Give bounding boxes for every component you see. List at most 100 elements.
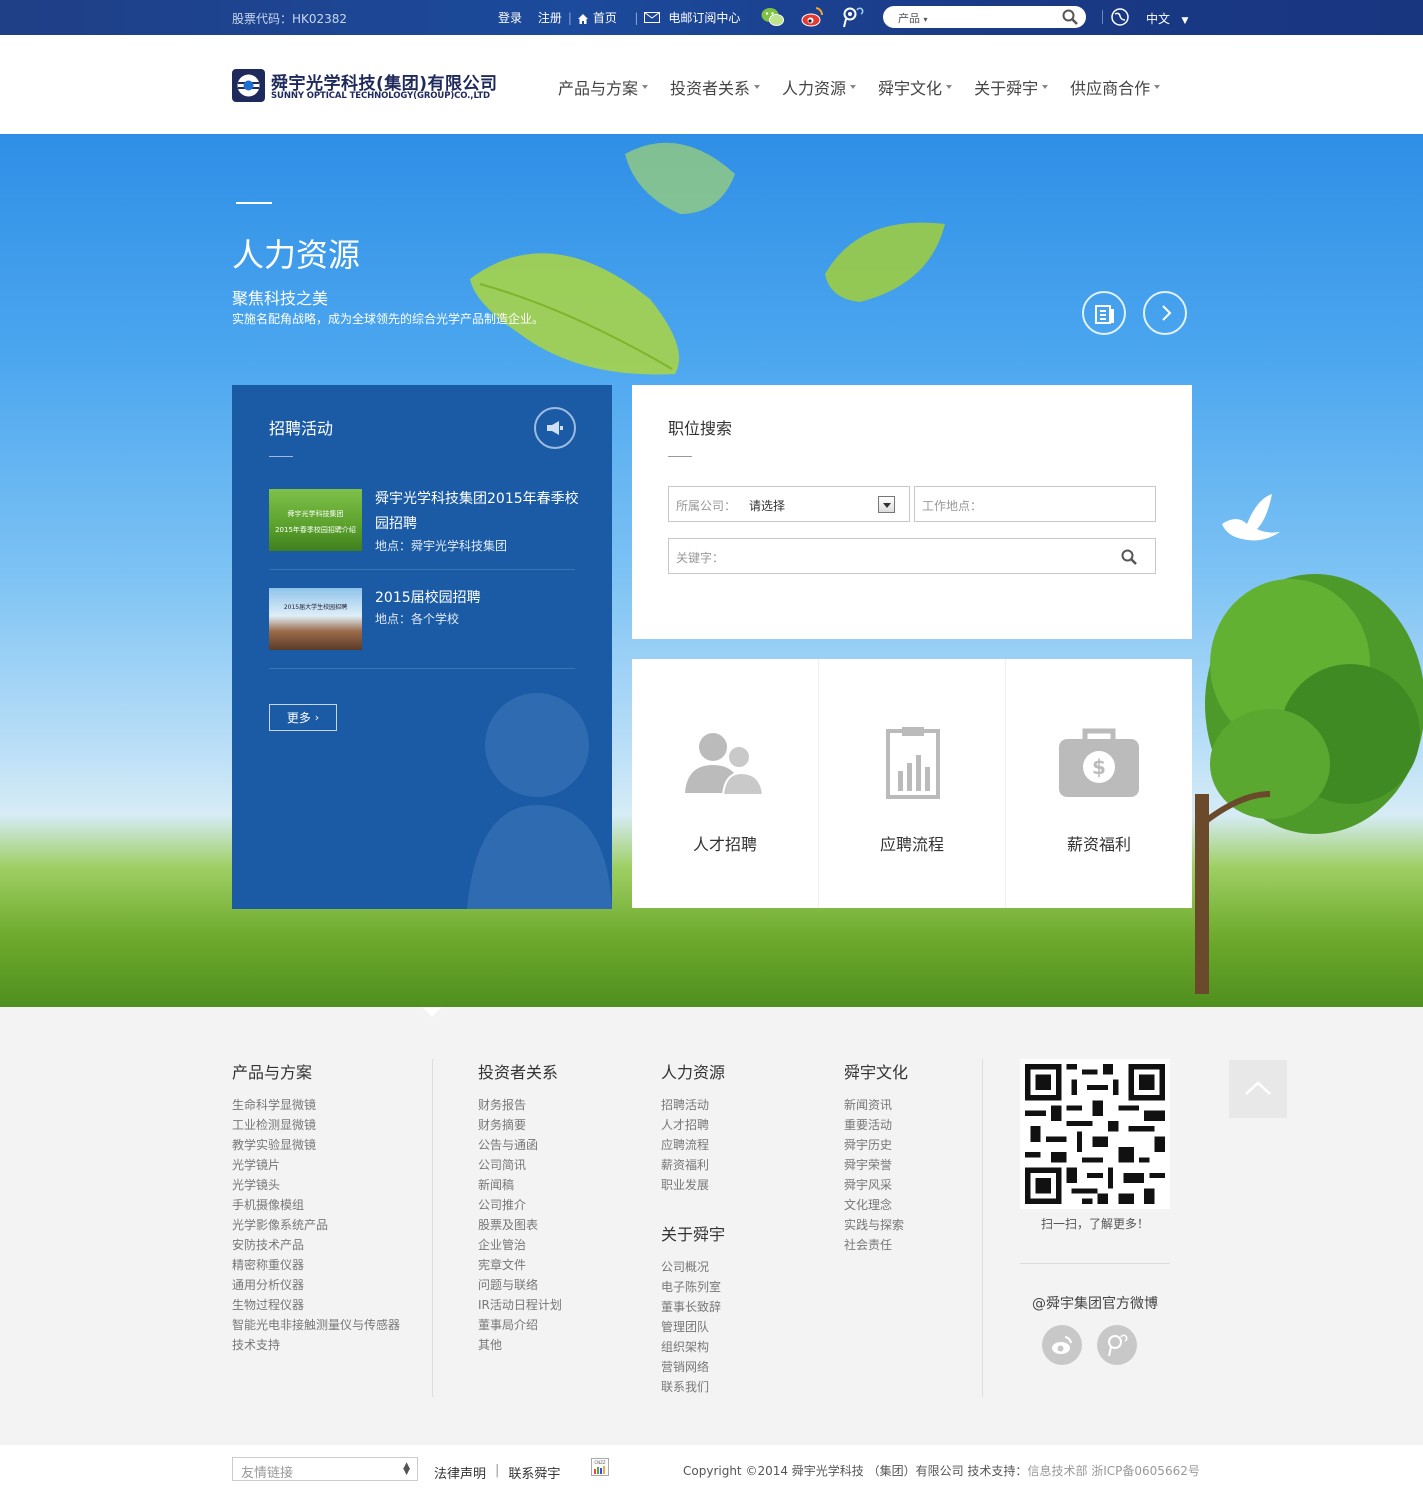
footer-weibo-button[interactable] xyxy=(1042,1325,1082,1365)
footer-link[interactable]: 组织架构 xyxy=(661,1337,725,1357)
more-button[interactable]: 更多 › xyxy=(269,704,337,731)
nav-about[interactable]: 关于舜宇 xyxy=(974,75,1049,99)
footer-column-hr: 人力资源 招聘活动 人才招聘 应聘流程 薪资福利 职业发展 xyxy=(661,1059,725,1195)
tencent-weibo-icon[interactable] xyxy=(841,6,865,28)
dropdown-arrow-icon[interactable] xyxy=(878,496,895,513)
footer-link[interactable]: 公司推介 xyxy=(478,1195,562,1215)
tile-talent-recruitment[interactable]: 人才招聘 xyxy=(632,659,819,908)
footer-link[interactable]: IR活动日程计划 xyxy=(478,1295,562,1315)
footer-link[interactable]: 问题与联络 xyxy=(478,1275,562,1295)
footer-link[interactable]: 光学镜头 xyxy=(232,1175,400,1195)
footer-link[interactable]: 手机摄像模组 xyxy=(232,1195,400,1215)
tencent-weibo-icon xyxy=(1108,1334,1128,1357)
person-silhouette-image xyxy=(467,693,612,909)
event-thumbnail: 2015届大学生校园招聘 xyxy=(269,588,362,650)
footer-link[interactable]: 宪章文件 xyxy=(478,1255,562,1275)
home-link[interactable]: 首页 xyxy=(593,9,617,26)
list-item[interactable]: 舜宇光学科技集团 2015年春季校园招聘介绍 舜宇光学科技集团2015年春季校园… xyxy=(269,489,579,570)
megaphone-button[interactable] xyxy=(534,407,576,449)
footer-link[interactable]: 应聘流程 xyxy=(661,1135,725,1155)
footer-link[interactable]: 社会责任 xyxy=(844,1235,908,1255)
footer-link[interactable]: 技术支持 xyxy=(232,1335,400,1355)
nav-products[interactable]: 产品与方案 xyxy=(558,75,649,99)
work-location-field[interactable]: 工作地点： xyxy=(914,486,1156,522)
footer-link[interactable]: 其他 xyxy=(478,1335,562,1355)
footer-link[interactable]: 董事长致辞 xyxy=(661,1297,725,1317)
footer-link[interactable]: 舜宇历史 xyxy=(844,1135,908,1155)
company-logo[interactable]: 舜宇光学科技(集团)有限公司 SUNNY OPTICAL TECHNOLOGY(… xyxy=(232,69,522,105)
search-category-select[interactable]: 产品 ▾ xyxy=(898,10,928,26)
footer-link[interactable]: 安防技术产品 xyxy=(232,1235,400,1255)
search-icon[interactable] xyxy=(1121,549,1137,565)
nav-culture[interactable]: 舜宇文化 xyxy=(878,75,953,99)
footer-link[interactable]: 舜宇风采 xyxy=(844,1175,908,1195)
company-select[interactable]: 所属公司： 请选择 xyxy=(668,486,910,522)
wechat-icon[interactable] xyxy=(761,6,785,28)
job-search-panel: 职位搜索 所属公司： 请选择 工作地点： 关键字： xyxy=(632,385,1192,639)
leaf-image xyxy=(825,222,945,302)
footer-link[interactable]: 企业管治 xyxy=(478,1235,562,1255)
footer-link[interactable]: 生物过程仪器 xyxy=(232,1295,400,1315)
search-icon[interactable] xyxy=(1062,9,1078,25)
book-button[interactable] xyxy=(1082,291,1126,335)
footer-link[interactable]: 股票及图表 xyxy=(478,1215,562,1235)
footer-link[interactable]: 职业发展 xyxy=(661,1175,725,1195)
footer-link[interactable]: 财务报告 xyxy=(478,1095,562,1115)
footer-link[interactable]: 精密称重仪器 xyxy=(232,1255,400,1275)
footer-link[interactable]: 生命科学显微镜 xyxy=(232,1095,400,1115)
footer-link[interactable]: 管理团队 xyxy=(661,1317,725,1337)
qr-caption: 扫一扫，了解更多！ xyxy=(1040,1217,1149,1231)
footer-column-culture: 舜宇文化 新闻资讯 重要活动 舜宇历史 舜宇荣誉 舜宇风采 文化理念 实践与探索… xyxy=(844,1059,908,1255)
event-title[interactable]: 2015届校园招聘 xyxy=(375,586,580,611)
footer-tencent-weibo-button[interactable] xyxy=(1097,1325,1137,1365)
footer-link[interactable]: 新闻资讯 xyxy=(844,1095,908,1115)
search-input[interactable]: 产品 ▾ xyxy=(883,6,1086,28)
footer-link[interactable]: 薪资福利 xyxy=(661,1155,725,1175)
nav-investors[interactable]: 投资者关系 xyxy=(670,75,761,99)
tile-application-process[interactable]: 应聘流程 xyxy=(819,659,1006,908)
cnzz-stats-icon[interactable]: CNZZ xyxy=(591,1458,609,1476)
footer-link[interactable]: 工业检测显微镜 xyxy=(232,1115,400,1135)
footer-link[interactable]: 公司概况 xyxy=(661,1257,725,1277)
event-title[interactable]: 舜宇光学科技集团2015年春季校园招聘 xyxy=(375,487,580,537)
footer-link[interactable]: 新闻稿 xyxy=(478,1175,562,1195)
footer-link[interactable]: 公司简讯 xyxy=(478,1155,562,1175)
footer-link[interactable]: 公告与通函 xyxy=(478,1135,562,1155)
footer-link[interactable]: 通用分析仪器 xyxy=(232,1275,400,1295)
footer-link[interactable]: 光学影像系统产品 xyxy=(232,1215,400,1235)
footer-link[interactable]: 文化理念 xyxy=(844,1195,908,1215)
register-link[interactable]: 注册 xyxy=(538,9,562,26)
footer-link[interactable]: 联系我们 xyxy=(661,1377,725,1397)
back-to-top-button[interactable] xyxy=(1229,1060,1287,1118)
footer-link[interactable]: 智能光电非接触测量仪与传感器 xyxy=(232,1315,400,1335)
footer-link[interactable]: 电子陈列室 xyxy=(661,1277,725,1297)
recruitment-panel: 招聘活动 舜宇光学科技集团 2015年春季校园招聘介绍 舜宇光学科技集团2015… xyxy=(232,385,612,909)
contact-link[interactable]: 联系舜宇 xyxy=(508,1463,560,1482)
footer-link[interactable]: 教学实验显微镜 xyxy=(232,1135,400,1155)
weibo-account-name[interactable]: @舜宇集团官方微博 xyxy=(1020,1293,1170,1313)
nav-suppliers[interactable]: 供应商合作 xyxy=(1070,75,1161,99)
footer-link[interactable]: 营销网络 xyxy=(661,1357,725,1377)
legal-link[interactable]: 法律声明 xyxy=(434,1463,486,1482)
keyword-field[interactable]: 关键字： xyxy=(668,538,1156,574)
nav-hr[interactable]: 人力资源 xyxy=(782,75,857,99)
list-item[interactable]: 2015届大学生校园招聘 2015届校园招聘 地点：各个学校 xyxy=(269,588,575,669)
footer-link[interactable]: 董事局介绍 xyxy=(478,1315,562,1335)
logo-english-name: SUNNY OPTICAL TECHNOLOGY(GROUP)CO.,LTD xyxy=(271,91,491,101)
chevron-down-icon xyxy=(1154,85,1161,89)
tile-salary-benefits[interactable]: $ 薪资福利 xyxy=(1006,659,1192,908)
footer-link[interactable]: 招聘活动 xyxy=(661,1095,725,1115)
language-select[interactable]: 中文 ▼ xyxy=(1146,10,1188,27)
weibo-icon[interactable] xyxy=(800,6,824,28)
footer-link[interactable]: 实践与探索 xyxy=(844,1215,908,1235)
footer-column-products: 产品与方案 生命科学显微镜 工业检测显微镜 教学实验显微镜 光学镜片 光学镜头 … xyxy=(232,1059,400,1355)
subscribe-link[interactable]: 电邮订阅中心 xyxy=(668,9,740,26)
friendly-links-select[interactable]: 友情链接 ▲ ▼ xyxy=(232,1457,418,1481)
login-link[interactable]: 登录 xyxy=(498,9,522,26)
footer-link[interactable]: 人才招聘 xyxy=(661,1115,725,1135)
footer-link[interactable]: 财务摘要 xyxy=(478,1115,562,1135)
footer-link[interactable]: 重要活动 xyxy=(844,1115,908,1135)
footer-link[interactable]: 舜宇荣誉 xyxy=(844,1155,908,1175)
next-button[interactable] xyxy=(1143,291,1187,335)
footer-link[interactable]: 光学镜片 xyxy=(232,1155,400,1175)
